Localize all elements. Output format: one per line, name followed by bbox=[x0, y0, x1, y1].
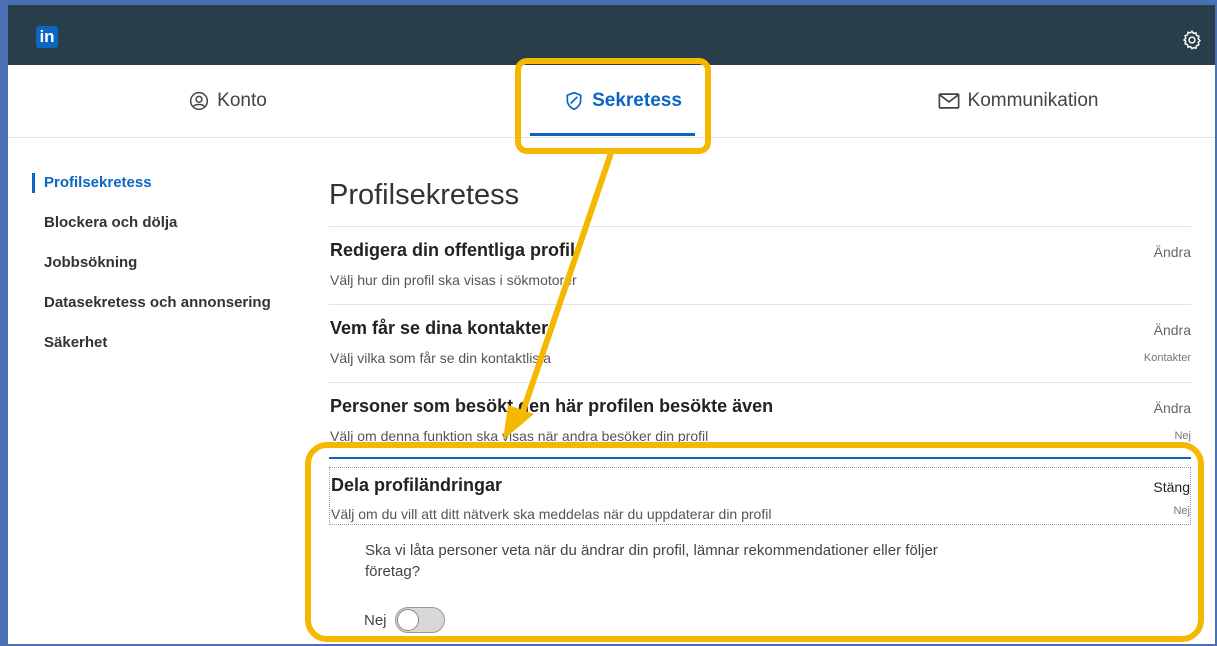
annotation-arrow bbox=[503, 150, 614, 440]
